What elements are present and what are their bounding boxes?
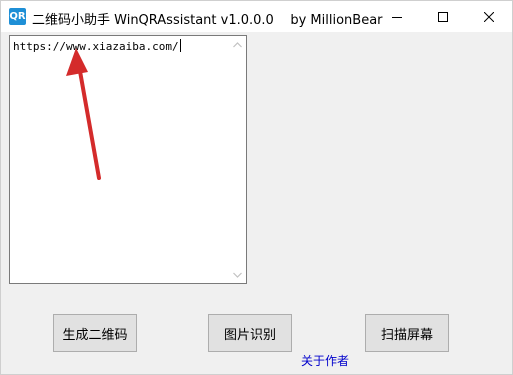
chevron-down-icon <box>233 272 242 278</box>
minimize-button[interactable] <box>374 1 420 32</box>
app-window: QR 二维码小助手 WinQRAssistant v1.0.0.0 by Mil… <box>0 0 513 375</box>
url-text-area[interactable]: https://www.xiazaiba.com/ <box>9 35 247 284</box>
about-author-link[interactable]: 关于作者 <box>301 352 349 369</box>
close-button[interactable] <box>466 1 512 32</box>
recognize-image-button[interactable]: 图片识别 <box>208 314 292 352</box>
maximize-icon <box>438 11 448 22</box>
vertical-scrollbar[interactable] <box>229 36 246 283</box>
chevron-up-icon <box>233 41 242 47</box>
title-bar[interactable]: QR 二维码小助手 WinQRAssistant v1.0.0.0 by Mil… <box>1 1 512 32</box>
text-caret <box>179 39 181 52</box>
scroll-up-button[interactable] <box>229 36 246 53</box>
close-icon <box>484 11 494 22</box>
generate-qr-button[interactable]: 生成二维码 <box>53 314 137 352</box>
scan-screen-button[interactable]: 扫描屏幕 <box>365 314 449 352</box>
scroll-down-button[interactable] <box>229 266 246 283</box>
app-qr-icon: QR <box>9 8 26 25</box>
minimize-icon <box>392 16 402 18</box>
window-title: 二维码小助手 WinQRAssistant v1.0.0.0 by Millio… <box>32 13 383 28</box>
maximize-button[interactable] <box>420 1 466 32</box>
red-arrow-annotation <box>66 48 101 180</box>
